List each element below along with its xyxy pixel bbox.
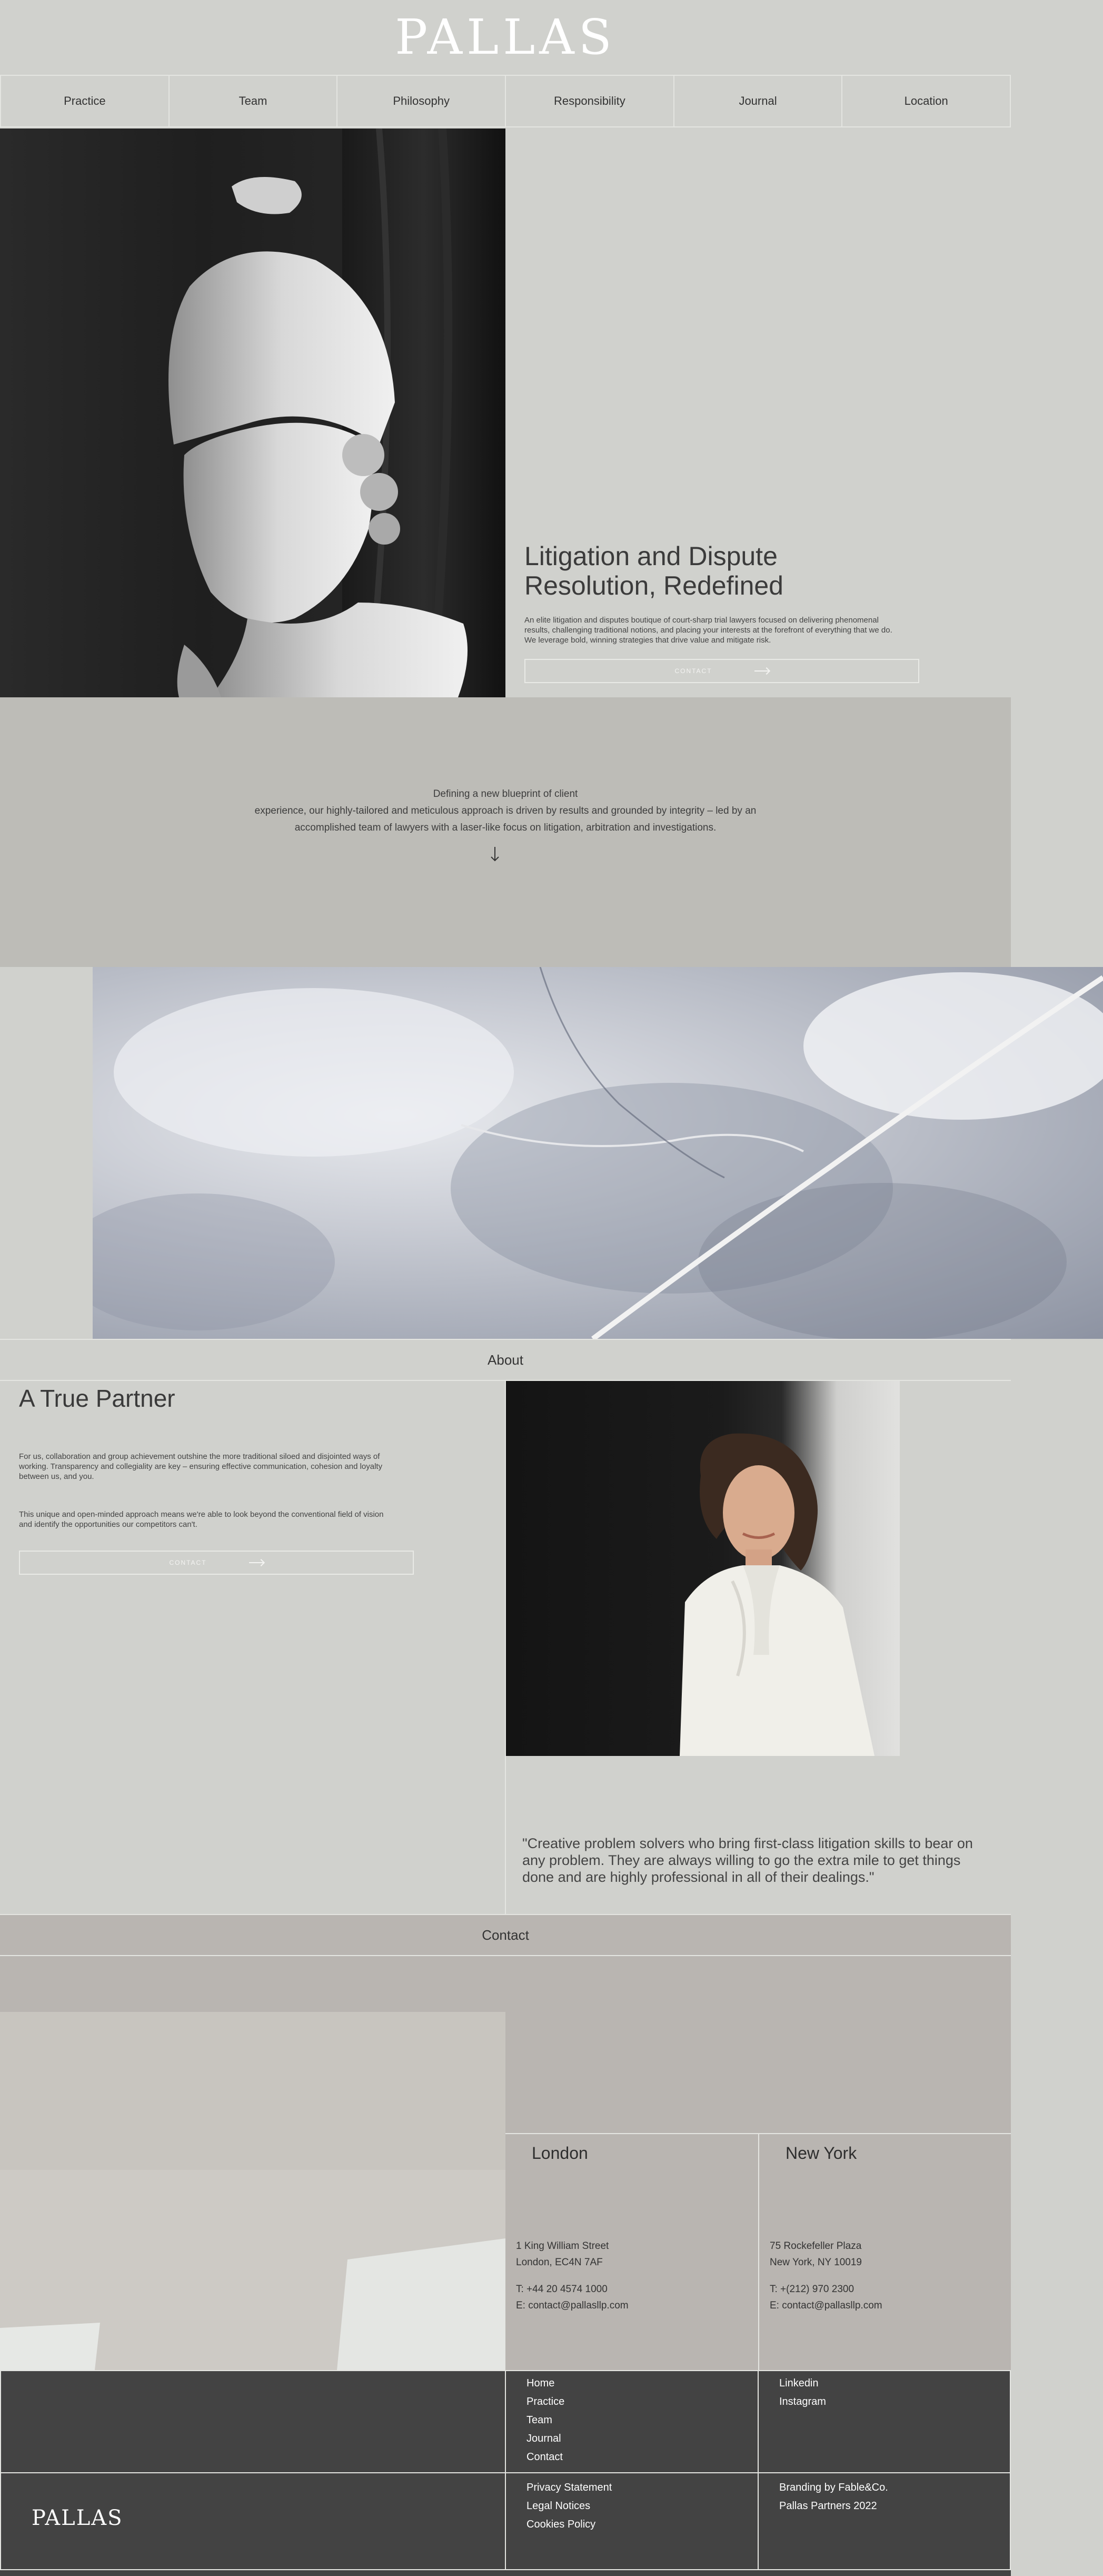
footer-link-journal[interactable]: Journal bbox=[526, 2430, 564, 2448]
footer-rule-col1 bbox=[505, 2370, 506, 2570]
office-address-line2: New York, NY 10019 bbox=[770, 2257, 862, 2268]
footer-link-privacy[interactable]: Privacy Statement bbox=[526, 2479, 612, 2497]
nav-item-philosophy[interactable]: Philosophy bbox=[336, 76, 505, 126]
office-address-line2: London, EC4N 7AF bbox=[516, 2257, 603, 2268]
footer-link-instagram[interactable]: Instagram bbox=[779, 2393, 826, 2411]
nav-item-team[interactable]: Team bbox=[168, 76, 337, 126]
office-wall-image bbox=[0, 2012, 505, 2370]
about-paragraph-2: This unique and open-minded approach mea… bbox=[19, 1510, 384, 1529]
about-contact-button[interactable]: CONTACT bbox=[19, 1551, 414, 1575]
footer-legal: Privacy Statement Legal Notices Cookies … bbox=[526, 2479, 612, 2534]
contact-right-panel bbox=[505, 2012, 1011, 2133]
office-phone[interactable]: T: +(212) 970 2300 bbox=[770, 2281, 986, 2297]
office-address-line1: 1 King William Street bbox=[516, 2241, 609, 2252]
footer-social: Linkedin Instagram bbox=[779, 2374, 826, 2411]
nav-item-practice[interactable]: Practice bbox=[0, 76, 168, 126]
intro-statement: Defining a new blueprint of client exper… bbox=[190, 786, 821, 836]
about-paragraph-1: For us, collaboration and group achievem… bbox=[19, 1452, 383, 1481]
nav-item-location[interactable]: Location bbox=[841, 76, 1011, 126]
hero-contact-label: CONTACT bbox=[674, 667, 712, 675]
footer-link-contact[interactable]: Contact bbox=[526, 2448, 564, 2466]
footer-link-team[interactable]: Team bbox=[526, 2411, 564, 2430]
office-phone[interactable]: T: +44 20 4574 1000 bbox=[516, 2281, 733, 2297]
about-section-header: About bbox=[0, 1339, 1011, 1381]
hero-title-line1: Litigation and Dispute bbox=[524, 541, 778, 571]
intro-line2: experience, our highly-tailored and meti… bbox=[254, 805, 757, 816]
contact-section-header: Contact bbox=[0, 1914, 1011, 1956]
partner-portrait-image bbox=[506, 1381, 900, 1756]
footer-rule-col2 bbox=[758, 2370, 759, 2570]
footer-credit-copyright: Pallas Partners 2022 bbox=[779, 2500, 877, 2512]
footer-rule-right bbox=[1010, 2370, 1011, 2570]
footer-rule-left bbox=[0, 2370, 1, 2570]
office-email[interactable]: E: contact@pallasllp.com bbox=[770, 2297, 986, 2314]
hero-bust-image bbox=[0, 129, 505, 697]
marble-texture-image bbox=[93, 967, 1103, 1339]
footer-link-home[interactable]: Home bbox=[526, 2374, 564, 2393]
hero-description: An elite litigation and disputes boutiqu… bbox=[524, 616, 892, 645]
site-logo[interactable]: PALLAS bbox=[0, 0, 1011, 74]
main-nav: Practice Team Philosophy Responsibility … bbox=[0, 75, 1011, 127]
office-address-line1: 75 Rockefeller Plaza bbox=[770, 2241, 862, 2252]
arrow-right-icon bbox=[754, 670, 769, 672]
office-name: New York bbox=[786, 2144, 857, 2163]
footer-logo[interactable]: PALLAS bbox=[32, 2506, 123, 2530]
hero-contact-button[interactable]: CONTACT bbox=[524, 659, 919, 683]
office-email[interactable]: E: contact@pallasllp.com bbox=[516, 2297, 733, 2314]
footer-credits: Branding by Fable&Co. Pallas Partners 20… bbox=[779, 2479, 888, 2515]
intro-line1: Defining a new blueprint of client bbox=[433, 788, 578, 800]
contact-band bbox=[0, 1956, 1011, 2012]
nav-item-responsibility[interactable]: Responsibility bbox=[505, 76, 673, 126]
footer-nav: Home Practice Team Journal Contact bbox=[526, 2374, 564, 2466]
intro-line3: accomplished team of lawyers with a lase… bbox=[294, 822, 717, 833]
footer-link-linkedin[interactable]: Linkedin bbox=[779, 2374, 826, 2393]
office-name: London bbox=[532, 2144, 588, 2163]
footer-credit-branding[interactable]: Branding by Fable&Co. bbox=[779, 2479, 888, 2497]
testimonial-quote: "Creative problem solvers who bring firs… bbox=[522, 1835, 973, 1885]
hero-title-line2: Resolution, Redefined bbox=[524, 571, 783, 600]
office-card-london: London 1 King William Street London, EC4… bbox=[505, 2133, 758, 2370]
about-contact-label: CONTACT bbox=[169, 1559, 207, 1566]
office-card-new-york: New York 75 Rockefeller Plaza New York, … bbox=[758, 2133, 1011, 2370]
nav-item-journal[interactable]: Journal bbox=[673, 76, 842, 126]
footer-link-practice[interactable]: Practice bbox=[526, 2393, 564, 2411]
about-title: A True Partner bbox=[19, 1385, 175, 1412]
arrow-down-icon[interactable] bbox=[490, 847, 500, 862]
hero-title: Litigation and Dispute Resolution, Redef… bbox=[524, 541, 925, 600]
footer-link-cookies[interactable]: Cookies Policy bbox=[526, 2515, 612, 2534]
arrow-right-icon bbox=[249, 1562, 264, 1563]
hero-text-block: Litigation and Dispute Resolution, Redef… bbox=[524, 541, 925, 683]
footer-link-legal-notices[interactable]: Legal Notices bbox=[526, 2497, 612, 2515]
